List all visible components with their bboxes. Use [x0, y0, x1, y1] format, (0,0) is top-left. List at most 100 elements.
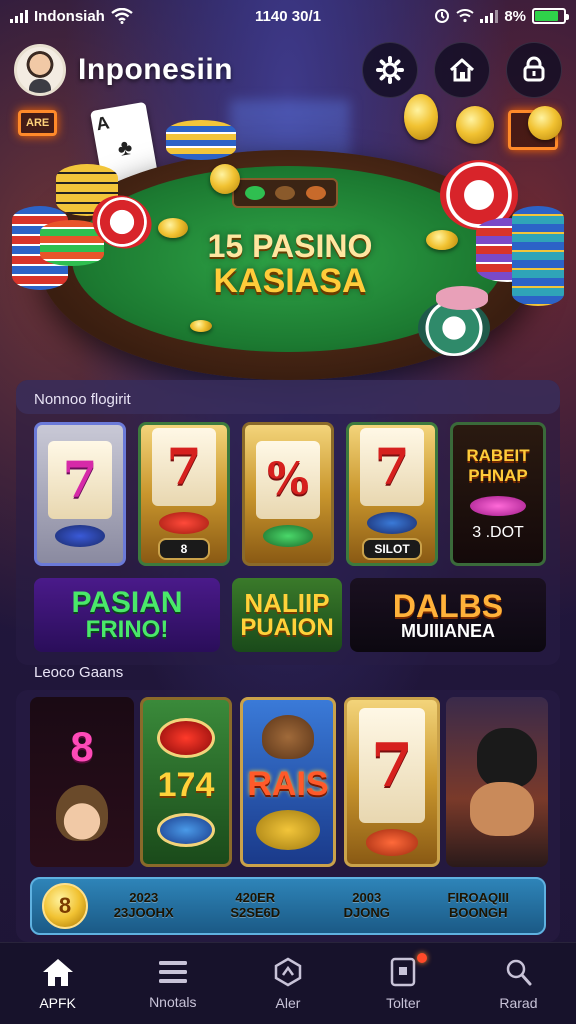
stat-cell: FIROAQIII BOONGH: [423, 890, 535, 921]
stat-line1: FIROAQIII: [447, 890, 509, 906]
slot-plate: 8: [158, 537, 210, 560]
hero-title-line2: KASIASA: [213, 261, 367, 300]
game-tile[interactable]: RAIS: [240, 697, 336, 867]
banner-line1: PASIAN: [71, 586, 183, 619]
slot-dish: [367, 511, 417, 534]
stat-line2: 23JOOHX: [113, 905, 174, 920]
notification-dot: [417, 953, 428, 963]
nav-label: Aler: [275, 994, 301, 1011]
game-tile[interactable]: [446, 697, 548, 867]
game-tile-number: 174: [157, 765, 215, 804]
cowboy-character: [56, 785, 108, 841]
casino-app-screen: Indonsiah 1140 30/1 8% Inponesiin ARE A …: [0, 0, 576, 1024]
stat-line1: 2023: [129, 890, 159, 906]
nav-item-search[interactable]: Rarad: [461, 943, 576, 1024]
battery-icon: [532, 8, 569, 24]
game-tile[interactable]: 8: [30, 697, 134, 867]
game-tile[interactable]: 174: [140, 697, 232, 867]
slot-dish: [55, 524, 105, 547]
settings-button[interactable]: [362, 42, 418, 98]
gold-coin: [426, 230, 458, 250]
banner-line2: MUIIIANEA: [401, 621, 495, 641]
battery-percent: 8%: [504, 7, 526, 25]
slot-game-tile[interactable]: %: [242, 422, 334, 566]
search-icon: [507, 959, 532, 985]
stat-line2: BOONGH: [449, 905, 508, 920]
slot-dish: [470, 496, 526, 516]
stat-line2: S2SE6D: [230, 905, 281, 920]
nav-label: APFK: [39, 994, 76, 1011]
stat-line2: DJONG: [343, 905, 390, 920]
hero-banner[interactable]: ARE A ♣ 15 PASINO KASIASA: [0, 94, 576, 385]
banner-line2: PUAION: [240, 614, 334, 641]
nav-item-alerts[interactable]: Aler: [230, 943, 345, 1024]
slot-reel-symbol: 7: [360, 428, 424, 506]
slot-plate: 3 .DOT: [472, 524, 524, 541]
slot-game-tile[interactable]: 7 SILOT: [346, 422, 438, 566]
section-title-featured: Nonnoo flogirit: [34, 391, 131, 408]
app-header: Inponesiin: [14, 40, 562, 100]
stats-bar[interactable]: 8 2023 23JOOHX 420ER S2SE6D 2003 DJONG FIRO…: [30, 877, 546, 935]
slot-reel-symbol: 7: [152, 428, 216, 506]
badge-icon: [390, 957, 416, 986]
chip-pink: [436, 286, 488, 310]
carrier-name: Indonsiah: [34, 7, 105, 25]
slot-reel-symbol: %: [256, 441, 320, 519]
gear-icon: [376, 56, 404, 84]
slot-dish: [159, 511, 209, 534]
nav-item-notifications[interactable]: Tolter: [346, 943, 461, 1024]
gold-coin: [190, 320, 212, 332]
chip-stack-right: [512, 206, 564, 306]
game-tile-symbol: 8: [70, 723, 94, 770]
wifi-icon: [111, 8, 133, 24]
gold-coin: [158, 218, 188, 238]
chip-stack-back: [166, 120, 236, 160]
shield-icon: [274, 957, 302, 986]
status-right-group: 8%: [434, 7, 569, 25]
blue-gem: [157, 812, 215, 847]
nav-label: Tolter: [386, 994, 421, 1011]
game-banner[interactable]: DALBS MUIIIANEA: [350, 578, 546, 652]
nav-label: Rarad: [499, 994, 538, 1011]
game-banner[interactable]: NALIIP PUAION: [232, 578, 342, 652]
card-rank: A: [94, 112, 111, 135]
header-actions: [362, 42, 562, 98]
status-bar: Indonsiah 1140 30/1 8%: [0, 0, 576, 32]
bottom-navigation: APFK Nnotals Aler Tolter Rarad: [0, 942, 576, 1024]
signal-icon: [10, 9, 28, 23]
game-banner[interactable]: PASIAN FRINO!: [34, 578, 220, 652]
red-gem: [157, 717, 215, 758]
slot-game-name: RABEIT PHNAP: [466, 446, 530, 485]
alarm-icon: [435, 9, 450, 23]
horse-character: [477, 728, 537, 788]
slot-game-tile[interactable]: 7: [34, 422, 126, 566]
menu-icon: [158, 960, 187, 983]
coin-face: [256, 809, 320, 850]
lock-icon: [523, 56, 545, 82]
slot-dish: [263, 524, 313, 547]
avatar[interactable]: [14, 44, 66, 96]
home-button[interactable]: [434, 42, 490, 98]
banner-line2: FRINO!: [85, 616, 169, 643]
slot-game-tile[interactable]: 7 8: [138, 422, 230, 566]
stat-cell: 2003 DJONG: [311, 890, 423, 921]
gold-coin: [528, 106, 562, 140]
game-tile-title: RAIS: [247, 764, 329, 803]
home-icon: [42, 958, 73, 986]
table-chip-tray: [232, 178, 338, 208]
stat-cell: 420ER S2SE6D: [200, 890, 312, 921]
horse-character: [470, 782, 534, 836]
slot-reel-symbol: 7: [48, 441, 112, 519]
house-icon: [449, 58, 475, 82]
game-tile-symbol: 7: [358, 708, 426, 824]
banner-line1: NALIIP: [244, 588, 330, 618]
nav-item-menu[interactable]: Nnotals: [115, 943, 230, 1024]
hero-title-line1: 15 PASINO: [207, 228, 373, 264]
game-tile[interactable]: 7: [344, 697, 440, 867]
bear-character: [262, 714, 314, 759]
profile-button[interactable]: [506, 42, 562, 98]
nav-item-home[interactable]: APFK: [0, 943, 115, 1024]
slot-game-tile[interactable]: RABEIT PHNAP 3 .DOT: [450, 422, 546, 566]
slot-dish: [365, 829, 419, 856]
gold-coin: [456, 106, 494, 144]
